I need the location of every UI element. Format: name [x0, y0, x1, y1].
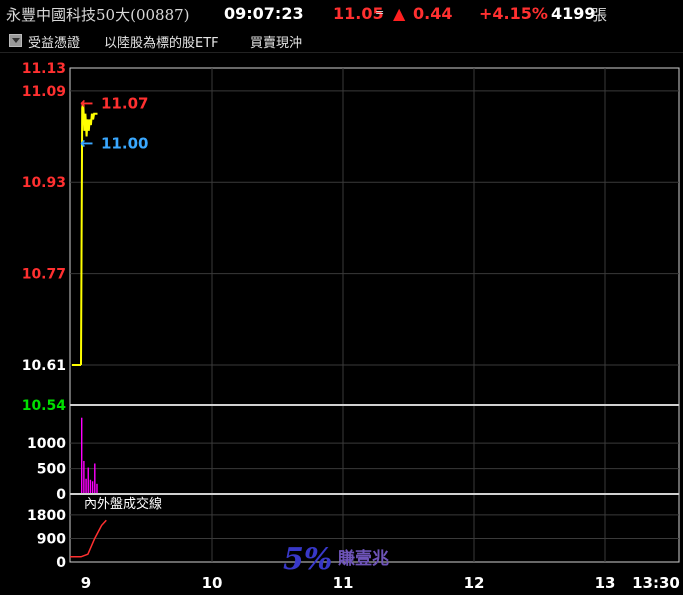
watermark-text: 賺壹兆 [338, 548, 389, 569]
high-marker-label: 11.07 [101, 94, 148, 112]
time-tick-label: 11 [333, 574, 354, 592]
flow-panel-label: 內外盤成交線 [84, 496, 162, 512]
low-marker-label: 11.00 [101, 134, 148, 152]
time-tick-label: 9 [81, 574, 91, 592]
price-tick-label: 10.77 [22, 267, 66, 283]
watermark-logo: 5% [283, 542, 332, 577]
flow-tick-label: 1800 [27, 508, 66, 524]
volume-tick-label: 1000 [27, 436, 66, 452]
volume-bar [91, 481, 94, 494]
time-tick-label: 10 [202, 574, 223, 592]
volume-bar [81, 417, 83, 494]
price-tick-label: 11.09 [22, 84, 66, 100]
volume-bar [89, 479, 92, 494]
plot-frame [69, 67, 680, 563]
volume-bar [96, 483, 98, 494]
high-marker-arrow-icon: ← [80, 93, 93, 112]
volume-bar [94, 463, 96, 494]
intraday-chart[interactable]: 11.13 11.09 10.93 10.77 10.61 10.54 ← 11.07 ← 11.… [0, 0, 683, 595]
time-tick-label: 13 [595, 574, 616, 592]
volume-tick-label: 500 [37, 462, 66, 478]
flow-tick-label: 0 [56, 555, 66, 571]
volume-bar [83, 460, 85, 494]
price-tick-label: 10.54 [22, 398, 67, 414]
time-tick-label: 13:30 [632, 574, 680, 592]
price-tick-label: 10.61 [22, 358, 66, 374]
low-marker-arrow-icon: ← [80, 133, 93, 152]
price-tick-label: 10.93 [22, 175, 66, 191]
flow-tick-label: 900 [37, 531, 66, 547]
price-tick-label: 11.13 [22, 61, 66, 77]
volume-bar [87, 467, 89, 494]
volume-bar [85, 478, 87, 494]
volume-tick-label: 0 [56, 487, 66, 503]
time-tick-label: 12 [464, 574, 485, 592]
